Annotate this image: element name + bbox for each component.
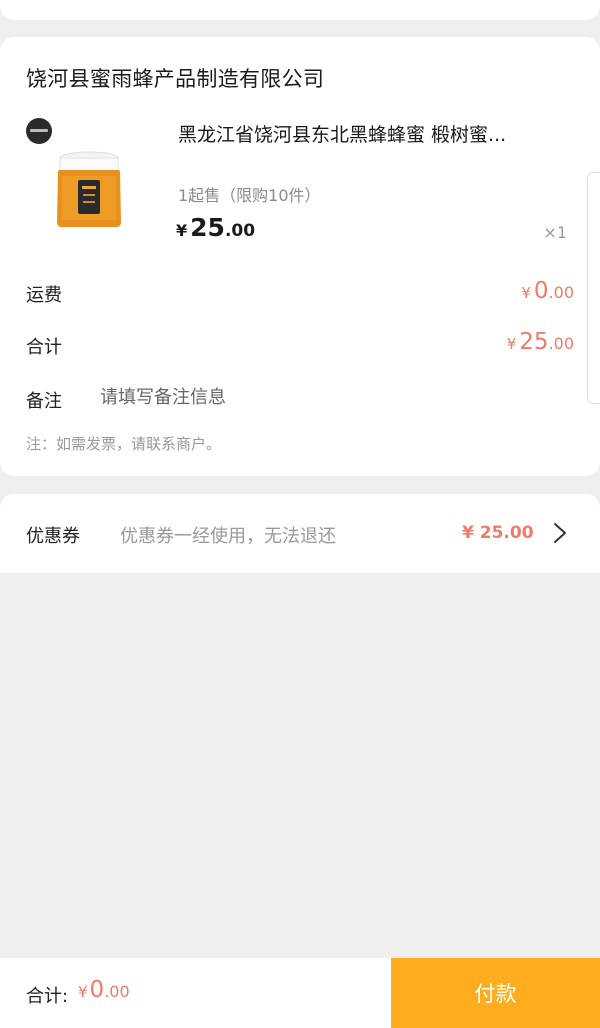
checkout-page: 饶河县蜜雨蜂产品制造有限公司 黑龙江省饶河县东北黑蜂蜂蜜 椴树蜜... 1起售（… xyxy=(0,0,600,1028)
product-sale-rule: 1起售（限购10件） xyxy=(178,186,321,205)
chevron-right-icon[interactable] xyxy=(550,521,570,545)
product-price: ¥25.00 xyxy=(176,213,255,242)
total-decimal: .00 xyxy=(104,982,130,1001)
price-currency: ¥ xyxy=(176,221,188,240)
coupon-description: 优惠券一经使用，无法退还 xyxy=(120,526,336,547)
total-value: ¥0.00 xyxy=(78,977,130,1003)
side-scroll-handle[interactable] xyxy=(587,172,600,404)
product-image[interactable] xyxy=(50,148,128,228)
product-quantity: ×1 xyxy=(543,223,567,242)
price-integer: 25 xyxy=(190,213,225,242)
subtotal-currency: ¥ xyxy=(506,335,517,353)
product-title[interactable]: 黑龙江省饶河县东北黑蜂蜂蜜 椴树蜜... xyxy=(178,120,568,147)
total-label: 合计: xyxy=(26,986,69,1007)
order-card: 饶河县蜜雨蜂产品制造有限公司 黑龙江省饶河县东北黑蜂蜂蜜 椴树蜜... 1起售（… xyxy=(0,37,600,476)
subtotal-value: ¥25.00 xyxy=(507,329,574,355)
note-label: 备注 xyxy=(26,391,62,412)
coupon-row[interactable]: 优惠券 优惠券一经使用，无法退还 ¥ 25.00 xyxy=(0,494,600,573)
shop-name: 饶河县蜜雨蜂产品制造有限公司 xyxy=(26,67,325,91)
invoice-hint: 注：如需发票，请联系商户。 xyxy=(26,435,222,453)
subtotal-decimal: .00 xyxy=(548,334,574,353)
coupon-amount: ¥ 25.00 xyxy=(462,523,534,543)
note-input[interactable] xyxy=(100,387,540,408)
shipping-currency: ¥ xyxy=(521,284,531,302)
total-currency: ¥ xyxy=(78,983,88,1001)
shipping-integer: 0 xyxy=(533,278,549,304)
shipping-decimal: .00 xyxy=(548,283,574,302)
total-integer: 0 xyxy=(89,977,105,1003)
price-decimal: .00 xyxy=(224,221,256,241)
shipping-value: ¥0.00 xyxy=(521,278,574,304)
coupon-label: 优惠券 xyxy=(26,526,80,547)
pay-button[interactable]: 付款 xyxy=(391,958,600,1028)
shop-logo xyxy=(26,118,52,144)
shipping-label: 运费 xyxy=(26,285,62,306)
subtotal-integer: 25 xyxy=(519,329,549,355)
bottom-bar: 合计: ¥0.00 付款 xyxy=(0,958,600,1028)
subtotal-label: 合计 xyxy=(26,337,62,358)
previous-card xyxy=(0,0,600,20)
